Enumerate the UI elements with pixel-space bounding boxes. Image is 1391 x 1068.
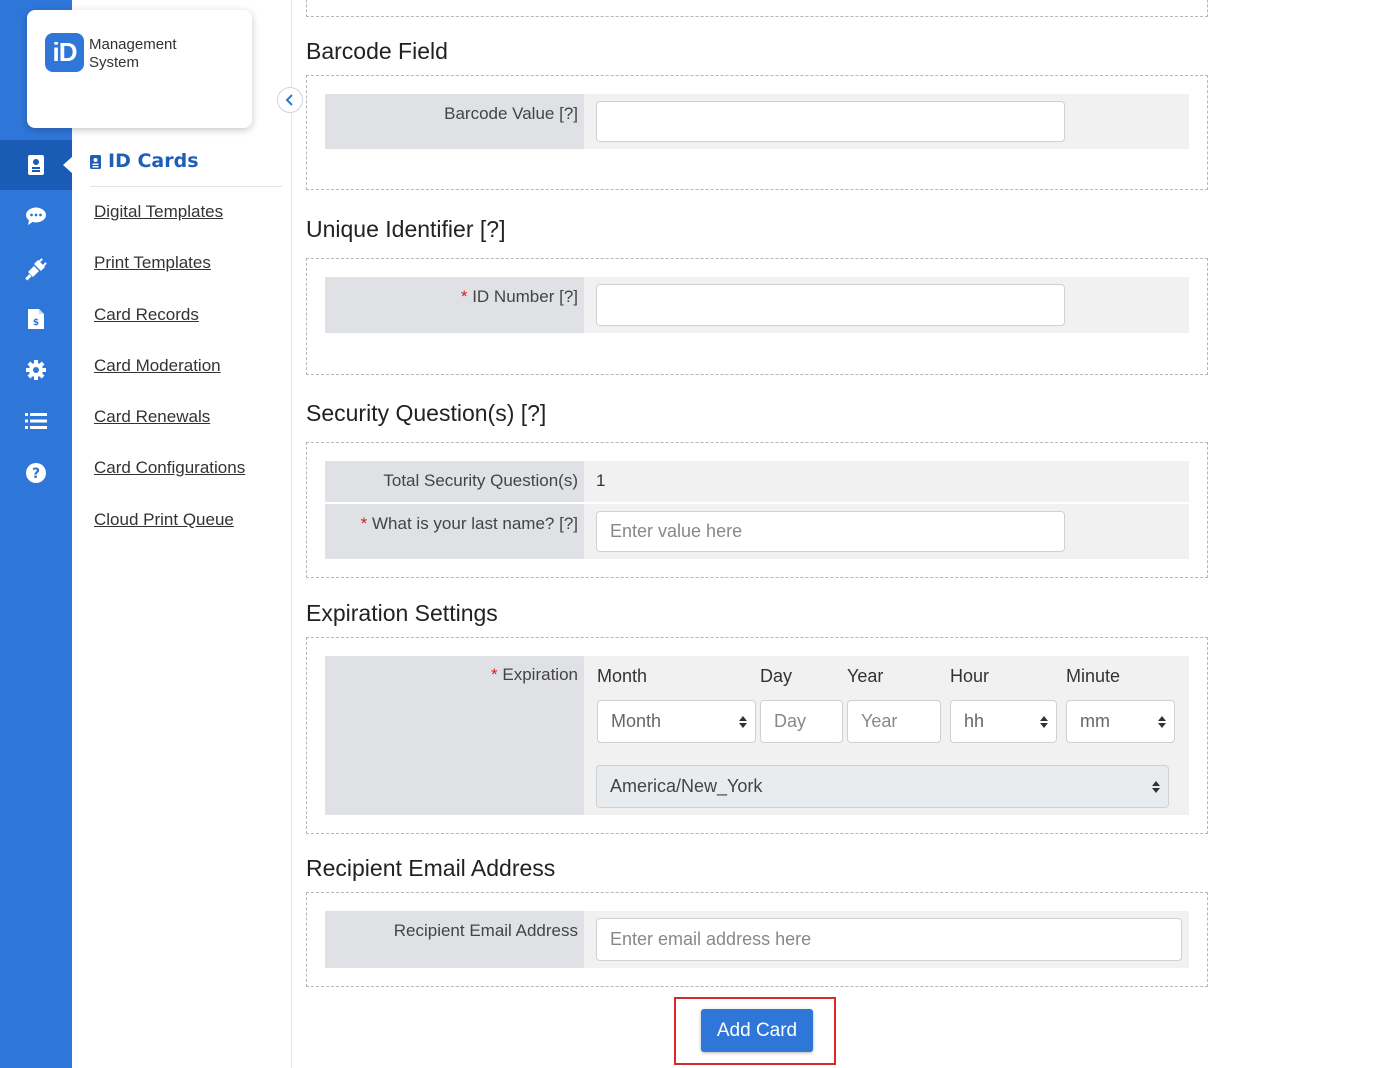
nav-link-card-moderation[interactable]: Card Moderation [94,356,221,376]
hour-select-value: hh [964,711,985,731]
minute-select[interactable]: mm [1066,700,1175,743]
id-number-input[interactable] [596,284,1065,326]
minute-column-label: Minute [1066,666,1121,686]
barcode-section-title: Barcode Field [306,38,448,64]
list-icon [25,413,47,429]
add-card-button[interactable]: Add Card [701,1009,813,1052]
minute-select-value: mm [1080,711,1110,731]
nav-link-card-configurations[interactable]: Card Configurations [94,458,245,478]
day-input[interactable]: Day [760,700,843,743]
expiration-section-title: Expiration Settings [306,600,498,626]
expiration-label: * Expiration [325,656,584,815]
collapse-sidebar-button[interactable] [277,87,303,113]
subnav-title[interactable]: ID Cards [90,150,282,187]
invoice-icon: $ [28,309,44,329]
select-arrows-icon [739,715,747,728]
rail-integrations[interactable] [0,244,72,294]
month-select[interactable]: Month [597,700,756,743]
nav-link-card-records[interactable]: Card Records [94,305,199,325]
month-select-value: Month [611,711,662,731]
previous-section-box [306,0,1208,17]
svg-text:?: ? [32,466,40,482]
rail-lists[interactable] [0,396,72,446]
rail-messages[interactable] [0,191,72,241]
rail-id-cards[interactable] [0,140,73,190]
recipient-email-input[interactable]: Enter email address here [596,918,1182,961]
required-marker: * [460,287,468,306]
svg-text:$: $ [33,318,39,328]
email-label: Recipient Email Address [325,911,584,968]
select-arrows-icon [1152,780,1160,793]
email-section-title: Recipient Email Address [306,855,556,881]
rail-settings[interactable] [0,345,72,395]
day-column-label: Day [760,666,793,686]
chevron-left-icon [285,94,293,106]
hour-column-label: Hour [950,666,990,686]
rail-billing[interactable]: $ [0,294,72,344]
rail-help[interactable]: ? [0,448,72,498]
security-question-label: * What is your last name? [?] [325,504,584,559]
timezone-select-value: America/New_York [610,776,763,796]
total-questions-row: Total Security Question(s) 1 [325,461,1189,502]
id-number-label: * ID Number [?] [325,277,584,333]
nav-link-cloud-print-queue[interactable]: Cloud Print Queue [94,510,234,530]
nav-link-print-templates[interactable]: Print Templates [94,253,211,273]
chat-icon [26,207,46,225]
total-questions-value: 1 [596,471,606,490]
nav-link-digital-templates[interactable]: Digital Templates [94,202,223,222]
plug-icon [25,258,47,281]
barcode-label: Barcode Value [?] [325,94,584,149]
month-column-label: Month [597,666,648,686]
year-column-label: Year [847,666,884,686]
icon-rail: $ ? [0,0,73,1068]
security-answer-input[interactable]: Enter value here [596,511,1065,552]
required-marker: * [491,665,498,684]
unique-identifier-section-title: Unique Identifier [?] [306,216,506,242]
year-input[interactable]: Year [847,700,941,743]
total-questions-label: Total Security Question(s) [325,461,584,502]
subnav-title-label: ID Cards [108,150,199,172]
id-card-icon [90,155,101,169]
help-icon: ? [26,463,46,483]
select-arrows-icon [1040,715,1048,728]
id-card-icon [28,155,44,175]
brand-logo-card[interactable]: iD Management System [27,10,252,128]
required-marker: * [360,514,368,533]
brand-name: Management System [89,36,177,71]
select-arrows-icon [1158,715,1166,728]
barcode-value-input[interactable] [596,101,1065,142]
gear-icon [26,360,46,380]
brand-badge: iD [45,33,84,72]
hour-select[interactable]: hh [950,700,1057,743]
nav-link-card-renewals[interactable]: Card Renewals [94,407,210,427]
timezone-select[interactable]: America/New_York [596,765,1169,808]
security-section-title: Security Question(s) [?] [306,400,547,426]
